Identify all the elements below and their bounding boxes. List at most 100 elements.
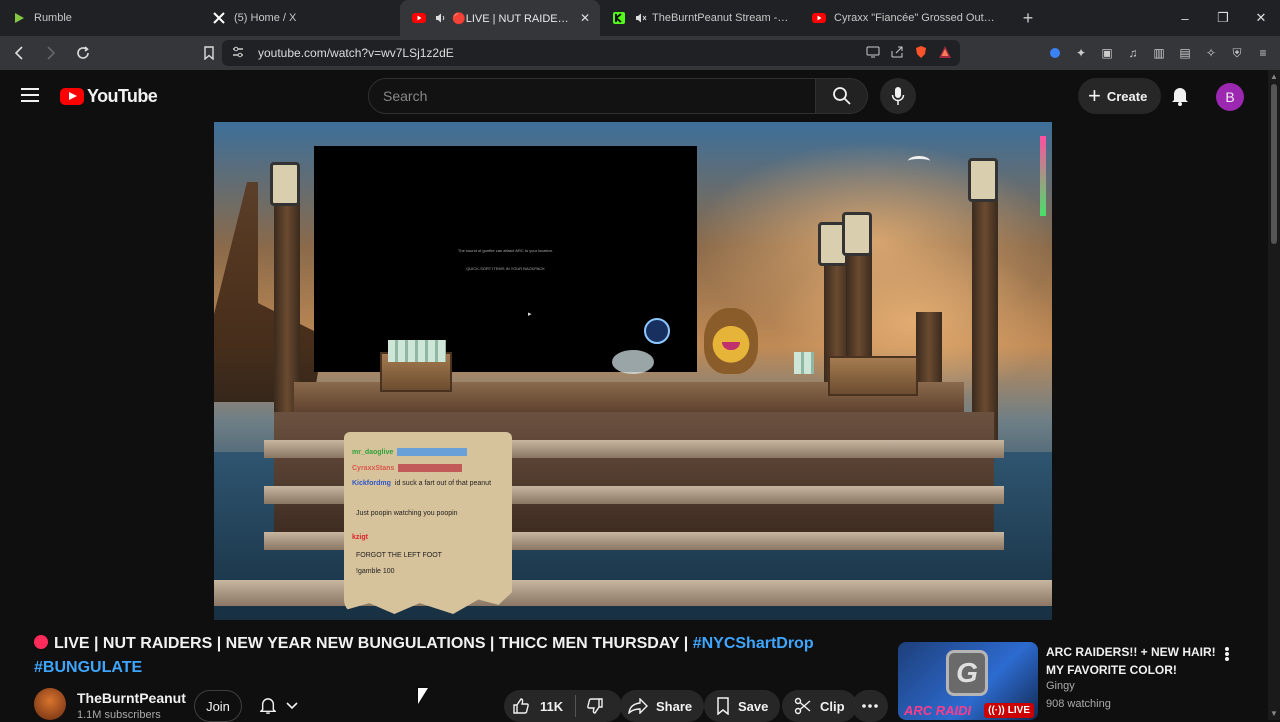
video-title: LIVE | NUT RAIDERS | NEW YEAR NEW BUNGUL… [34, 635, 814, 676]
lantern [968, 158, 998, 202]
channel-name[interactable]: TheBurntPeanut [77, 690, 186, 706]
bookmark-save-icon [717, 697, 729, 715]
muted-speaker-icon[interactable] [634, 11, 648, 25]
screenshot-icon[interactable]: ▣ [1098, 44, 1116, 62]
related-video-title[interactable]: ARC RAIDERS!! + NEW HAIR! MY FAVORITE CO… [1046, 643, 1216, 679]
stream-chat-overlay: mr_daoglive CyraxxStans Kickfordmg id suc… [344, 432, 512, 614]
volume-meter [1040, 136, 1046, 216]
bell-icon [260, 698, 276, 714]
related-video-channel[interactable]: Gingy [1046, 680, 1075, 692]
url-text: youtube.com/watch?v=wv7LSj1z2dE [258, 46, 454, 60]
chevron-down-icon [286, 702, 298, 710]
chat-message: Kickfordmg id suck a fart out of that pea… [352, 480, 492, 487]
x-logo-icon [212, 11, 226, 25]
new-tab-button[interactable]: + [1014, 4, 1042, 32]
more-horizontal-icon [862, 704, 878, 708]
crate [828, 356, 918, 396]
tab-youtube-cyraxx[interactable]: Cyraxx "Fiancée" Grossed Out by His [800, 0, 1006, 36]
youtube-play-icon [60, 88, 84, 105]
ai-icon[interactable]: ✧ [1202, 44, 1220, 62]
chat-message: kzigt [352, 534, 368, 541]
peanut-character [704, 308, 758, 374]
close-tab-icon[interactable]: ✕ [580, 11, 590, 25]
sidebar-icon[interactable]: ▥ [1150, 44, 1168, 62]
share-button[interactable]: Share [620, 690, 705, 722]
channel-avatar[interactable] [34, 688, 66, 720]
seagull [908, 156, 930, 166]
like-button[interactable]: 11K [504, 695, 577, 717]
chat-message: !gamble 100 [356, 568, 395, 575]
search-button[interactable] [816, 78, 868, 114]
vpn-icon[interactable]: ⛨ [1228, 44, 1246, 62]
scroll-up-icon[interactable]: ▲ [1270, 72, 1278, 81]
search-icon [832, 87, 851, 105]
subscribed-notifications-button[interactable] [254, 690, 316, 722]
share-page-icon[interactable] [890, 46, 904, 61]
voice-search-button[interactable] [880, 78, 916, 114]
plus-icon: + [1088, 83, 1101, 108]
music-icon[interactable]: ♫ [1124, 44, 1142, 62]
puzzle-icon[interactable]: ✦ [1072, 44, 1090, 62]
speaker-icon[interactable] [434, 11, 448, 25]
railing [214, 580, 1052, 606]
youtube-favicon-icon [812, 11, 826, 25]
live-badge: ((·)) LIVE [984, 703, 1034, 718]
scroll-down-icon[interactable]: ▼ [1270, 709, 1278, 718]
notifications-bell-icon[interactable] [1166, 82, 1194, 110]
chat-message: Just poopin watching you poopin [356, 510, 458, 517]
window-controls: – ❐ ✕ [1166, 0, 1280, 36]
minimize-icon[interactable]: – [1166, 0, 1204, 36]
tab-rumble[interactable]: Rumble [0, 0, 200, 36]
more-actions-button[interactable] [852, 690, 888, 722]
back-icon[interactable] [6, 40, 32, 66]
page-scrollbar[interactable]: ▲ ▼ [1268, 70, 1280, 720]
chat-message: mr_daoglive [352, 448, 468, 456]
live-broadcast-icon: ((·)) [988, 705, 1005, 716]
share-icon [628, 698, 648, 714]
brave-shield-icon[interactable] [914, 45, 928, 62]
dislike-button[interactable] [576, 697, 604, 715]
extensions-bar: ✦ ▣ ♫ ▥ ▤ ✧ ⛨ ≡ [1046, 40, 1272, 66]
thumbs-down-icon [587, 698, 603, 714]
forward-icon[interactable] [38, 40, 64, 66]
related-video-viewers: 908 watching [1046, 698, 1111, 710]
brave-rewards-icon[interactable] [938, 45, 952, 62]
tab-youtube-live[interactable]: 🔴LIVE | NUT RAIDERS | NEW ✕ [400, 0, 600, 36]
gingy-logo: G [946, 650, 988, 696]
bookmark-icon[interactable] [196, 40, 222, 66]
hamburger-menu-icon[interactable] [18, 84, 42, 108]
game-cursor: ▸ [528, 311, 532, 318]
extension-blue-icon[interactable] [1046, 44, 1064, 62]
hashtag-link[interactable]: #BUNGULATE [34, 659, 142, 676]
join-button[interactable]: Join [194, 690, 242, 722]
save-button[interactable]: Save [704, 690, 781, 722]
site-settings-icon[interactable] [232, 46, 244, 61]
wallet-icon[interactable]: ▤ [1176, 44, 1194, 62]
ship [214, 182, 324, 402]
video-player[interactable]: The sound of gunfire can attract ARC to … [214, 122, 1052, 620]
tab-x-home[interactable]: (5) Home / X [200, 0, 400, 36]
browser-tab-strip: Rumble (5) Home / X 🔴LIVE | NUT RAIDERS … [0, 0, 1280, 36]
close-window-icon[interactable]: ✕ [1242, 0, 1280, 36]
create-button[interactable]: + Create [1078, 78, 1162, 114]
tab-kick-stream[interactable]: TheBurntPeanut Stream - Watch [600, 0, 800, 36]
clip-button[interactable]: Clip [782, 690, 857, 722]
youtube-header: YouTube Search + Create B [0, 70, 1268, 122]
glass-piggy-bank [612, 350, 654, 374]
chat-message: CyraxxStans [352, 464, 463, 472]
microphone-icon [891, 87, 905, 105]
scrollbar-thumb[interactable] [1271, 84, 1277, 244]
lantern [270, 162, 300, 206]
restore-icon[interactable]: ❐ [1204, 0, 1242, 36]
reload-icon[interactable] [70, 40, 96, 66]
related-video-thumbnail[interactable]: G ARC RAIDI ((·)) LIVE [898, 642, 1038, 720]
youtube-logo[interactable]: YouTube [60, 86, 158, 107]
hashtag-link[interactable]: #NYCShartDrop [693, 635, 814, 652]
browser-menu-icon[interactable]: ≡ [1254, 44, 1272, 62]
account-avatar[interactable]: B [1216, 83, 1244, 111]
address-bar[interactable]: youtube.com/watch?v=wv7LSj1z2dE [222, 40, 960, 66]
cast-icon[interactable] [866, 46, 880, 61]
related-video-menu-icon[interactable] [1220, 644, 1234, 664]
search-input[interactable]: Search [368, 78, 816, 114]
chat-message: FORGOT THE LEFT FOOT [356, 552, 442, 559]
